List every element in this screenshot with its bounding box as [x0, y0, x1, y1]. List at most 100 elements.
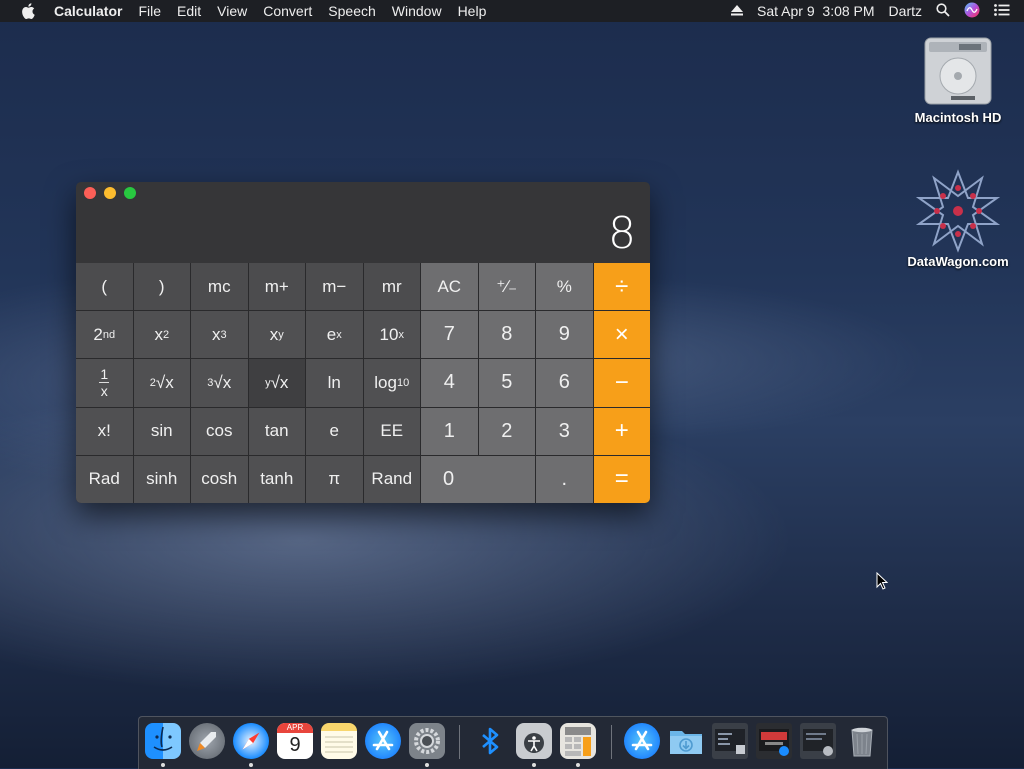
calculator-icon[interactable]: [560, 723, 596, 759]
key-rad[interactable]: Rad: [76, 455, 133, 503]
key-m-plus[interactable]: m+: [248, 263, 305, 311]
desktop-icon-datawagon[interactable]: DataWagon.com: [898, 168, 1018, 269]
menu-file[interactable]: File: [130, 0, 169, 22]
key-ln[interactable]: ln: [306, 359, 363, 407]
app-menu[interactable]: Calculator: [46, 0, 130, 22]
dock: APR 9: [138, 716, 888, 769]
calendar-day: 9: [289, 734, 301, 756]
dock-separator: [611, 725, 612, 759]
key-2nd[interactable]: 2nd: [76, 311, 133, 359]
calendar-icon[interactable]: APR 9: [277, 723, 313, 759]
key-1[interactable]: 1: [421, 407, 478, 455]
key-ee[interactable]: EE: [363, 407, 420, 455]
menu-edit[interactable]: Edit: [169, 0, 209, 22]
key-e[interactable]: e: [306, 407, 363, 455]
key-tanh[interactable]: tanh: [248, 455, 305, 503]
downloads-folder-icon[interactable]: [668, 723, 704, 759]
key-plus-minus[interactable]: ⁺∕₋: [478, 263, 535, 311]
user-menu[interactable]: Dartz: [889, 3, 922, 19]
eject-icon[interactable]: [731, 3, 744, 19]
app-store-icon[interactable]: [365, 723, 401, 759]
calculator-display: 8: [608, 208, 636, 259]
key-multiply[interactable]: ×: [593, 311, 650, 359]
key-close-paren[interactable]: ): [133, 263, 190, 311]
running-indicator: [532, 763, 536, 767]
notification-center-icon[interactable]: [994, 3, 1010, 19]
desktop-icon-label: Macintosh HD: [914, 110, 1002, 125]
key-pi[interactable]: π: [306, 455, 363, 503]
key-open-paren[interactable]: (: [76, 263, 133, 311]
key-8[interactable]: 8: [478, 311, 535, 359]
apple-menu-icon[interactable]: [18, 0, 38, 22]
menu-convert[interactable]: Convert: [255, 0, 320, 22]
minimize-button[interactable]: [104, 187, 116, 199]
siri-icon[interactable]: [964, 2, 980, 21]
key-rand[interactable]: Rand: [363, 455, 420, 503]
key-3[interactable]: 3: [536, 407, 593, 455]
system-preferences-icon[interactable]: [409, 723, 445, 759]
screenshot-2-icon[interactable]: [756, 723, 792, 759]
menu-help[interactable]: Help: [450, 0, 495, 22]
key-decimal[interactable]: .: [536, 455, 593, 503]
key-factorial[interactable]: x!: [76, 407, 133, 455]
key-square-root[interactable]: 2 √x: [133, 359, 190, 407]
screenshot-1-icon[interactable]: [712, 723, 748, 759]
hard-drive-icon: [921, 32, 995, 110]
key-superscript: x: [398, 328, 404, 341]
key-cosh[interactable]: cosh: [191, 455, 248, 503]
key-cube-root[interactable]: 3 √x: [191, 359, 248, 407]
fraction-denominator: x: [100, 383, 108, 400]
datawagon-logo-icon: [915, 168, 1001, 254]
spotlight-search-icon[interactable]: [936, 2, 950, 20]
key-subtract[interactable]: −: [593, 359, 650, 407]
app-store-download-icon[interactable]: [624, 723, 660, 759]
key-5[interactable]: 5: [478, 359, 535, 407]
voiceover-utility-icon[interactable]: [516, 723, 552, 759]
key-y-root[interactable]: y √x: [248, 359, 305, 407]
key-label: √x: [270, 372, 289, 392]
key-add[interactable]: +: [593, 407, 650, 455]
running-indicator: [425, 763, 429, 767]
key-sinh[interactable]: sinh: [133, 455, 190, 503]
key-divide[interactable]: ÷: [593, 263, 650, 311]
safari-icon[interactable]: [233, 723, 269, 759]
bluetooth-icon[interactable]: [472, 723, 508, 759]
key-label: 2: [93, 324, 103, 344]
key-m-minus[interactable]: m−: [306, 263, 363, 311]
trash-icon[interactable]: [844, 723, 880, 759]
key-9[interactable]: 9: [536, 311, 593, 359]
key-ac[interactable]: AC: [421, 263, 478, 311]
key-e-to-x[interactable]: ex: [306, 311, 363, 359]
key-cos[interactable]: cos: [191, 407, 248, 455]
clock[interactable]: Sat Apr 9 3:08 PM: [757, 3, 875, 19]
calendar-month: APR: [277, 723, 313, 733]
key-log10[interactable]: log 10: [363, 359, 420, 407]
desktop-icon-macintosh-hd[interactable]: Macintosh HD: [898, 32, 1018, 125]
menu-view[interactable]: View: [209, 0, 255, 22]
menu-speech[interactable]: Speech: [320, 0, 383, 22]
key-percent[interactable]: %: [536, 263, 593, 311]
key-4[interactable]: 4: [421, 359, 478, 407]
key-reciprocal[interactable]: 1 x: [76, 359, 133, 407]
zoom-button[interactable]: [124, 187, 136, 199]
key-0[interactable]: 0: [421, 455, 535, 503]
key-2[interactable]: 2: [478, 407, 535, 455]
key-6[interactable]: 6: [536, 359, 593, 407]
key-ten-to-x[interactable]: 10 x: [363, 311, 420, 359]
key-x-to-y[interactable]: xy: [248, 311, 305, 359]
menu-window[interactable]: Window: [384, 0, 450, 22]
key-x-cubed[interactable]: x3: [191, 311, 248, 359]
launchpad-icon[interactable]: [189, 723, 225, 759]
key-tan[interactable]: tan: [248, 407, 305, 455]
notes-icon[interactable]: [321, 723, 357, 759]
key-sin[interactable]: sin: [133, 407, 190, 455]
finder-icon[interactable]: [145, 723, 181, 759]
key-equals[interactable]: =: [593, 455, 650, 503]
key-7[interactable]: 7: [421, 311, 478, 359]
close-button[interactable]: [84, 187, 96, 199]
key-mr[interactable]: mr: [363, 263, 420, 311]
key-mc[interactable]: mc: [191, 263, 248, 311]
screenshot-3-icon[interactable]: [800, 723, 836, 759]
key-x-squared[interactable]: x2: [133, 311, 190, 359]
title-bar[interactable]: [76, 182, 650, 204]
